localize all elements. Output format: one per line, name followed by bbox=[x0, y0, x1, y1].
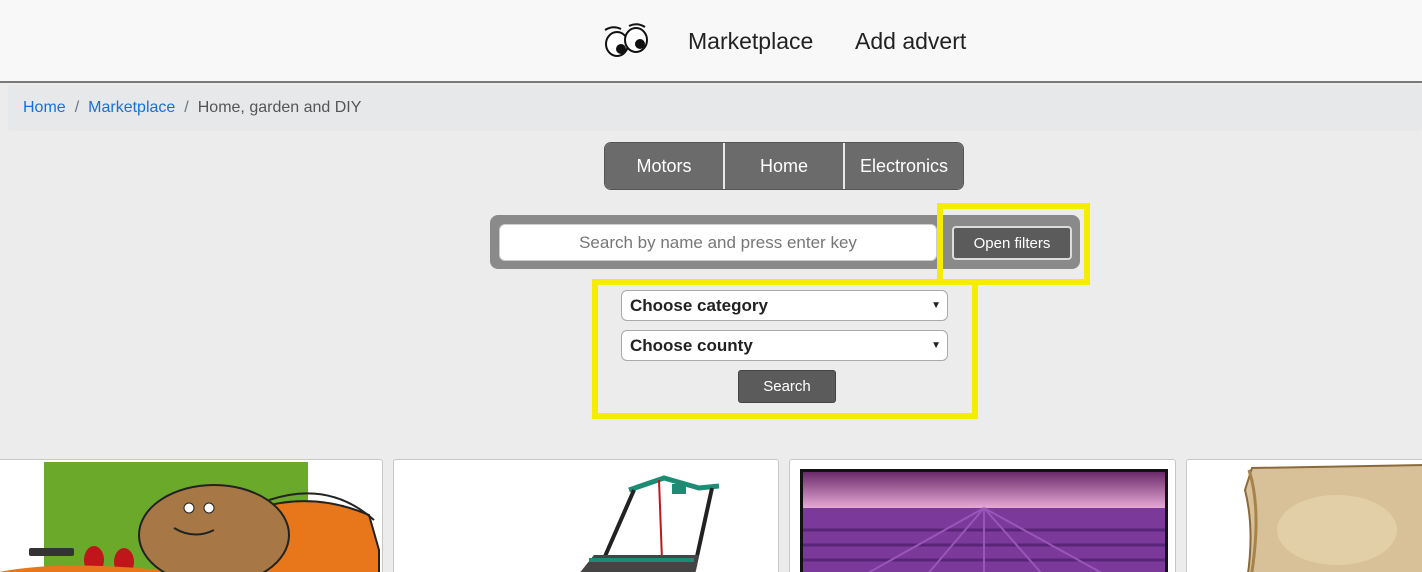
breadcrumb-marketplace-link[interactable]: Marketplace bbox=[88, 99, 175, 116]
county-select[interactable]: Choose county ▼ bbox=[621, 330, 948, 361]
county-select-value: Choose county bbox=[630, 336, 753, 355]
search-bar: Open filters bbox=[490, 215, 1080, 269]
breadcrumb-home-link[interactable]: Home bbox=[23, 99, 66, 116]
category-select[interactable]: Choose category ▼ bbox=[621, 290, 948, 321]
nav-add-advert-link[interactable]: Add advert bbox=[855, 28, 966, 55]
search-input[interactable] bbox=[499, 224, 937, 261]
tab-motors[interactable]: Motors bbox=[605, 143, 725, 189]
eyes-icon[interactable] bbox=[601, 22, 651, 60]
nav-marketplace-link[interactable]: Marketplace bbox=[688, 28, 813, 55]
lawn-mower-image bbox=[580, 475, 720, 572]
couch-potato-image bbox=[0, 462, 380, 572]
dropdown-arrow-icon: ▼ bbox=[931, 300, 941, 311]
tv-lavender-image bbox=[800, 469, 1168, 572]
listing-card[interactable] bbox=[1186, 459, 1422, 572]
open-filters-button[interactable]: Open filters bbox=[952, 226, 1072, 260]
dropdown-arrow-icon: ▼ bbox=[931, 340, 941, 351]
listing-card[interactable] bbox=[789, 459, 1176, 572]
category-tabs: Motors Home Electronics bbox=[604, 142, 964, 190]
search-button[interactable]: Search bbox=[738, 370, 836, 403]
breadcrumb-separator: / bbox=[184, 99, 189, 116]
tab-home[interactable]: Home bbox=[725, 143, 845, 189]
breadcrumb-current: Home, garden and DIY bbox=[197, 99, 362, 116]
top-navbar: Marketplace Add advert bbox=[0, 0, 1422, 83]
listing-card[interactable] bbox=[393, 459, 779, 572]
tab-electronics[interactable]: Electronics bbox=[845, 143, 963, 189]
listing-card[interactable] bbox=[0, 459, 383, 572]
category-select-value: Choose category bbox=[630, 296, 768, 315]
breadcrumb: Home / Marketplace / Home, garden and DIY bbox=[8, 85, 1422, 131]
breadcrumb-separator: / bbox=[74, 99, 80, 116]
parchment-image bbox=[1243, 464, 1422, 572]
